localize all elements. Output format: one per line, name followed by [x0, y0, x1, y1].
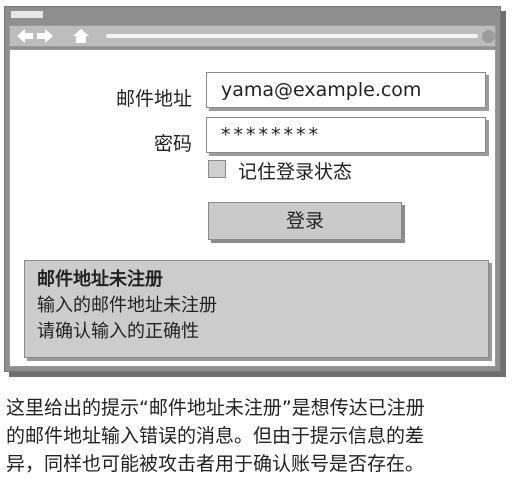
figure-caption: 这里给出的提示“邮件地址未注册”是想传达已注册 的邮件地址输入错误的消息。但由于…	[6, 394, 513, 478]
reload-icon[interactable]	[482, 30, 495, 43]
error-line: 请确认输入的正确性	[37, 321, 199, 342]
password-label: 密码	[153, 133, 192, 155]
error-line: 输入的邮件地址未注册	[37, 295, 217, 316]
window-tab[interactable]	[11, 11, 43, 18]
email-label: 邮件地址	[115, 88, 192, 110]
address-bar[interactable]	[106, 34, 478, 38]
browser-toolbar	[9, 25, 496, 47]
error-message-box: 邮件地址未注册 输入的邮件地址未注册 请确认输入的正确性	[24, 260, 489, 358]
home-icon[interactable]	[72, 28, 90, 44]
error-title: 邮件地址未注册	[37, 269, 163, 290]
page-content: 邮件地址 yama@example.com 密码 ******** 记住登录状态…	[9, 49, 496, 367]
remember-checkbox[interactable]	[208, 160, 226, 178]
password-field[interactable]: ********	[206, 117, 486, 153]
back-arrow-icon[interactable]	[16, 28, 34, 44]
remember-label: 记住登录状态	[238, 161, 353, 183]
caption-line: 异，同样也可能被攻击者用于确认账号是否存在。	[6, 453, 425, 475]
login-button[interactable]: 登录	[208, 202, 402, 240]
forward-arrow-icon[interactable]	[36, 28, 54, 44]
browser-window: 邮件地址 yama@example.com 密码 ******** 记住登录状态…	[4, 6, 501, 372]
title-bar	[5, 7, 500, 23]
caption-line: 的邮件地址输入错误的消息。但由于提示信息的差	[6, 425, 425, 447]
caption-line: 这里给出的提示“邮件地址未注册”是想传达已注册	[6, 397, 425, 419]
email-field[interactable]: yama@example.com	[206, 72, 486, 108]
